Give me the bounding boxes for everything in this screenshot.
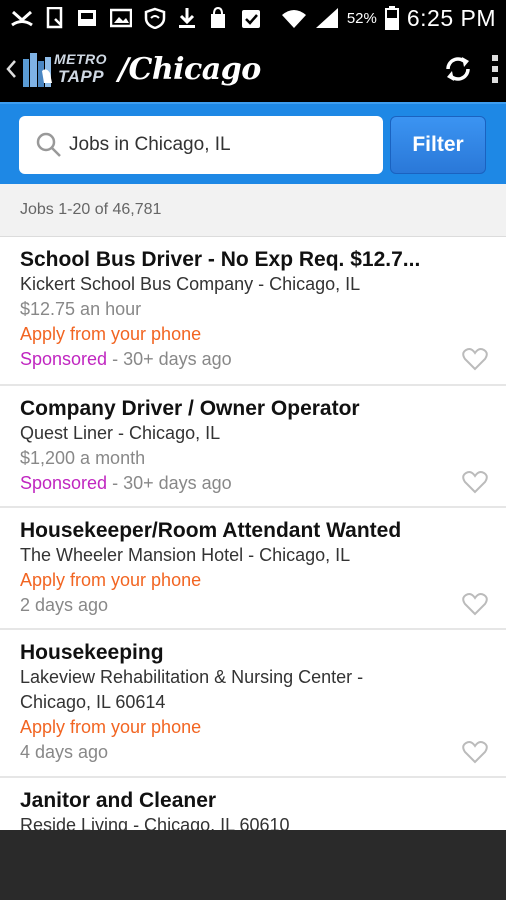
battery-percent: 52% (346, 9, 377, 27)
job-card[interactable]: Company Driver / Owner Operator Quest Li… (0, 386, 506, 508)
job-company: Kickert School Bus Company - Chicago, IL (20, 274, 361, 294)
app-bar: METRO TAPP /Chicago (0, 36, 506, 102)
heart-icon (462, 593, 488, 616)
job-age: - 30+ days ago (107, 473, 232, 493)
job-results-list: Jobs 1-20 of 46,781 School Bus Driver - … (0, 184, 506, 830)
chevron-left-icon (6, 60, 16, 78)
search-input[interactable]: Jobs in Chicago, IL (19, 116, 383, 174)
status-bar: 52% 6:25 PM (0, 0, 506, 36)
battery-icon (384, 6, 399, 30)
job-company: The Wheeler Mansion Hotel - Chicago, IL (20, 545, 351, 565)
vpn-icon (144, 7, 166, 29)
save-job-button[interactable] (462, 740, 488, 769)
download-icon (179, 8, 195, 28)
app-actions (432, 36, 506, 102)
job-company: Quest Liner - Chicago, IL (20, 423, 221, 443)
overflow-menu-icon (492, 55, 498, 83)
sponsored-label: Sponsored (20, 473, 108, 493)
job-company: Reside Living - Chicago, IL 60610 (20, 815, 290, 830)
metrotapp-logo: METRO TAPP (22, 49, 112, 89)
job-title[interactable]: Janitor and Cleaner (20, 788, 486, 813)
job-company: Lakeview Rehabilitation & Nursing Center… (20, 667, 364, 687)
document-icon (46, 7, 63, 29)
search-query: Jobs in Chicago, IL (69, 134, 231, 155)
save-job-button[interactable] (462, 470, 488, 499)
shopping-bag-icon (211, 7, 225, 28)
heart-icon (462, 348, 488, 371)
apply-from-phone-link[interactable]: Apply from your phone (20, 568, 486, 593)
city-title: /Chicago (118, 51, 261, 87)
heart-icon (462, 741, 488, 764)
checklist-icon (242, 10, 260, 28)
job-salary: $1,200 a month (20, 448, 146, 468)
refresh-icon (446, 57, 470, 81)
filter-button[interactable]: Filter (390, 116, 486, 174)
back-button[interactable] (0, 36, 22, 102)
system-navigation-bar (0, 830, 506, 900)
refresh-button[interactable] (432, 36, 484, 102)
job-card[interactable]: Janitor and Cleaner Reside Living - Chic… (0, 778, 506, 830)
job-card[interactable]: School Bus Driver - No Exp Req. $12.7...… (0, 237, 506, 386)
clock: 6:25 PM (406, 4, 496, 31)
save-job-button[interactable] (462, 592, 488, 621)
job-age: 2 days ago (20, 595, 109, 615)
heart-icon (462, 471, 488, 494)
apply-from-phone-link[interactable]: Apply from your phone (20, 322, 486, 347)
job-title[interactable]: Housekeeping (20, 640, 486, 665)
logo-text-bottom: TAPP (58, 67, 105, 86)
results-count: Jobs 1-20 of 46,781 (0, 184, 506, 236)
job-title[interactable]: School Bus Driver - No Exp Req. $12.7... (20, 247, 486, 272)
signal-icon (315, 8, 338, 28)
apply-from-phone-link[interactable]: Apply from your phone (20, 715, 486, 740)
missed-call-icon (11, 10, 33, 27)
inbox-icon (78, 10, 96, 26)
job-card[interactable]: Housekeeper/Room Attendant Wanted The Wh… (0, 508, 506, 630)
job-card[interactable]: Housekeeping Lakeview Rehabilitation & N… (0, 630, 506, 778)
logo-text-top: METRO (54, 51, 108, 67)
job-salary: $12.75 an hour (20, 299, 142, 319)
job-age: 4 days ago (20, 742, 109, 762)
save-job-button[interactable] (462, 347, 488, 376)
search-icon (36, 132, 61, 157)
job-title[interactable]: Company Driver / Owner Operator (20, 396, 486, 421)
system-status: 52% 6:25 PM (281, 5, 496, 32)
sponsored-label: Sponsored (20, 349, 108, 369)
search-bar: Jobs in Chicago, IL Filter (0, 102, 506, 184)
image-icon (110, 8, 132, 28)
overflow-menu-button[interactable] (484, 36, 506, 102)
job-age: - 30+ days ago (107, 349, 232, 369)
app-logo[interactable]: METRO TAPP /Chicago (22, 36, 261, 102)
notification-icons (10, 7, 262, 29)
wifi-icon (281, 10, 306, 28)
job-title[interactable]: Housekeeper/Room Attendant Wanted (20, 518, 486, 543)
job-company-line2: Chicago, IL 60614 (20, 692, 166, 712)
